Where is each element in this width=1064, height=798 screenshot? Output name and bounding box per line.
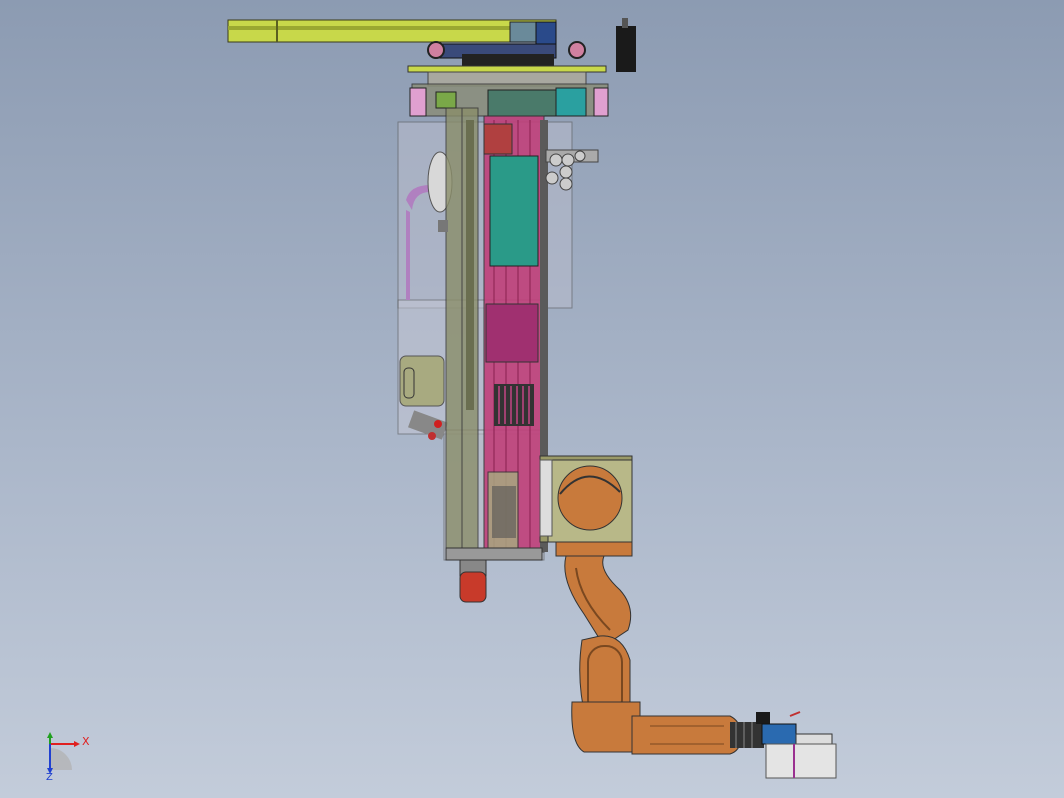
axis-x-label: X — [82, 735, 90, 748]
robot-arm[interactable] — [555, 541, 764, 755]
top-plate[interactable] — [407, 65, 609, 117]
vent-grille — [494, 384, 534, 426]
assembly-model[interactable] — [0, 0, 1064, 798]
carriage-column[interactable] — [483, 115, 548, 553]
end-effector-gripper[interactable] — [756, 711, 837, 779]
axis-z-label: Z — [46, 772, 53, 783]
cad-graphics-viewport[interactable]: X Z — [0, 0, 1064, 798]
bottom-cap[interactable] — [445, 547, 543, 603]
robot-base-box[interactable] — [539, 455, 633, 543]
